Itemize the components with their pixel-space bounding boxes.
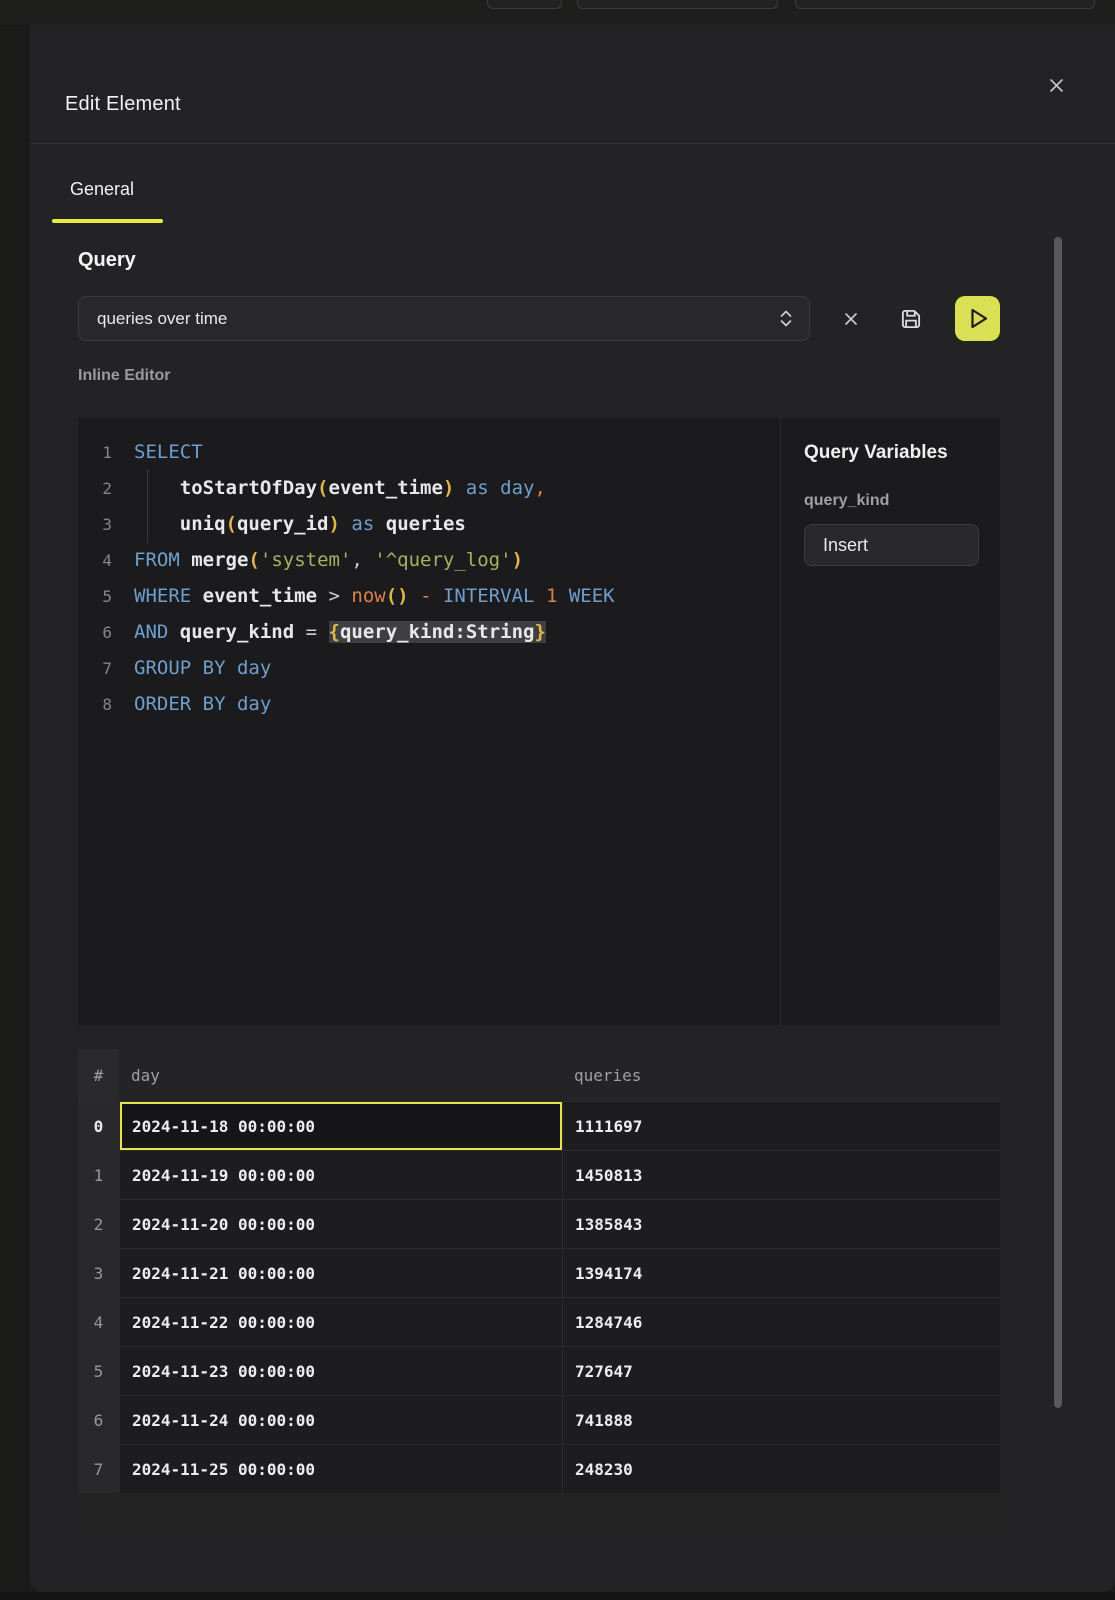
code-line[interactable]: 7 GROUP BY day bbox=[78, 657, 780, 693]
code-line[interactable]: 3 uniq(query_id) as queries bbox=[78, 513, 780, 549]
tab-general[interactable]: General bbox=[70, 179, 134, 200]
code-text: ORDER BY day bbox=[134, 693, 271, 715]
line-number: 7 bbox=[78, 659, 112, 678]
day-cell[interactable]: 2024-11-19 00:00:00 bbox=[119, 1150, 562, 1199]
queries-cell[interactable]: 1111697 bbox=[562, 1101, 1000, 1150]
code-text: toStartOfDay(event_time) as day, bbox=[134, 477, 546, 499]
code-text: WHERE event_time > now() - INTERVAL 1 WE… bbox=[134, 585, 615, 607]
row-index-cell[interactable]: 1 bbox=[78, 1150, 119, 1199]
day-cell[interactable]: 2024-11-18 00:00:00 bbox=[119, 1101, 562, 1150]
queries-cell[interactable]: 248230 bbox=[562, 1444, 1000, 1493]
code-text: FROM merge('system', '^query_log') bbox=[134, 549, 523, 571]
queries-cell[interactable]: 741888 bbox=[562, 1395, 1000, 1444]
day-cell[interactable]: 2024-11-23 00:00:00 bbox=[119, 1346, 562, 1395]
code-line[interactable]: 2 toStartOfDay(event_time) as day, bbox=[78, 477, 780, 513]
clear-icon bbox=[844, 312, 858, 326]
day-cell[interactable]: 2024-11-22 00:00:00 bbox=[119, 1297, 562, 1346]
queries-cell[interactable]: 1284746 bbox=[562, 1297, 1000, 1346]
close-button[interactable] bbox=[1040, 69, 1072, 101]
clear-query-button[interactable] bbox=[836, 304, 866, 334]
line-number: 5 bbox=[78, 587, 112, 606]
day-cell[interactable]: 2024-11-21 00:00:00 bbox=[119, 1248, 562, 1297]
code-line[interactable]: 8 ORDER BY day bbox=[78, 693, 780, 729]
active-tab-indicator bbox=[52, 219, 163, 223]
variable-name-label: query_kind bbox=[804, 492, 978, 510]
query-select[interactable]: queries over time bbox=[78, 296, 810, 341]
row-index-cell[interactable]: 5 bbox=[78, 1346, 119, 1395]
line-number: 4 bbox=[78, 551, 112, 570]
line-number: 3 bbox=[78, 515, 112, 534]
sql-editor: 1 SELECT 2 toStartOfDay(event_time) as day… bbox=[78, 418, 1000, 1025]
column-header-queries: queries bbox=[562, 1049, 1000, 1101]
code-line[interactable]: 4 FROM merge('system', '^query_log') bbox=[78, 549, 780, 585]
dialog-scrollbar-thumb[interactable] bbox=[1054, 237, 1062, 1408]
save-query-button[interactable] bbox=[894, 302, 928, 336]
row-index-cell[interactable]: 0 bbox=[78, 1101, 119, 1150]
code-text: GROUP BY day bbox=[134, 657, 271, 679]
day-cell[interactable]: 2024-11-25 00:00:00 bbox=[119, 1444, 562, 1493]
save-icon bbox=[898, 306, 924, 332]
results-table: #dayqueries02024-11-18 00:00:00111169712… bbox=[78, 1049, 1000, 1493]
background-toolbar bbox=[0, 0, 1115, 25]
insert-variable-button[interactable]: Insert bbox=[804, 524, 979, 566]
code-line[interactable]: 1 SELECT bbox=[78, 441, 780, 477]
background-bottom-strip bbox=[0, 1592, 1115, 1600]
edit-element-dialog: Edit Element General Query queries over … bbox=[30, 25, 1115, 1592]
background-button bbox=[487, 0, 562, 9]
indent-guide-line bbox=[147, 469, 148, 507]
line-number: 1 bbox=[78, 443, 112, 462]
run-query-button[interactable] bbox=[955, 296, 1000, 341]
row-index-cell[interactable]: 3 bbox=[78, 1248, 119, 1297]
day-cell[interactable]: 2024-11-24 00:00:00 bbox=[119, 1395, 562, 1444]
query-section-heading: Query bbox=[78, 249, 136, 272]
line-number: 2 bbox=[78, 479, 112, 498]
row-index-cell[interactable]: 7 bbox=[78, 1444, 119, 1493]
inline-editor-label: Inline Editor bbox=[78, 367, 170, 385]
close-icon bbox=[1049, 78, 1064, 93]
indent-guide-line bbox=[147, 505, 148, 543]
column-header-index: # bbox=[78, 1049, 119, 1101]
code-text: SELECT bbox=[134, 441, 203, 463]
dialog-title: Edit Element bbox=[65, 93, 181, 116]
row-index-cell[interactable]: 2 bbox=[78, 1199, 119, 1248]
queries-cell[interactable]: 1450813 bbox=[562, 1150, 1000, 1199]
code-text: AND query_kind = {query_kind:String} bbox=[134, 621, 546, 643]
row-index-cell[interactable]: 6 bbox=[78, 1395, 119, 1444]
line-number: 6 bbox=[78, 623, 112, 642]
query-results: #dayqueries02024-11-18 00:00:00111169712… bbox=[78, 1049, 1000, 1530]
code-line[interactable]: 5 WHERE event_time > now() - INTERVAL 1 W… bbox=[78, 585, 780, 621]
play-icon bbox=[955, 296, 1000, 341]
chevron-updown-icon bbox=[779, 309, 793, 328]
row-index-cell[interactable]: 4 bbox=[78, 1297, 119, 1346]
code-text: uniq(query_id) as queries bbox=[134, 513, 466, 535]
query-select-value: queries over time bbox=[97, 309, 779, 329]
code-line[interactable]: 6 AND query_kind = {query_kind:String} bbox=[78, 621, 780, 657]
line-number: 8 bbox=[78, 695, 112, 714]
code-lines[interactable]: 1 SELECT 2 toStartOfDay(event_time) as day… bbox=[78, 418, 780, 1025]
column-header-day: day bbox=[119, 1049, 562, 1101]
queries-cell[interactable]: 1394174 bbox=[562, 1248, 1000, 1297]
day-cell[interactable]: 2024-11-20 00:00:00 bbox=[119, 1199, 562, 1248]
insert-button-label: Insert bbox=[823, 535, 868, 556]
query-variables-heading: Query Variables bbox=[804, 442, 978, 464]
queries-cell[interactable]: 1385843 bbox=[562, 1199, 1000, 1248]
queries-cell[interactable]: 727647 bbox=[562, 1346, 1000, 1395]
background-button bbox=[577, 0, 778, 9]
results-table-footer bbox=[78, 1493, 1000, 1529]
background-button bbox=[795, 0, 1095, 9]
query-variables-panel: Query Variables query_kind Insert bbox=[780, 418, 1000, 1025]
header-divider bbox=[30, 143, 1115, 144]
